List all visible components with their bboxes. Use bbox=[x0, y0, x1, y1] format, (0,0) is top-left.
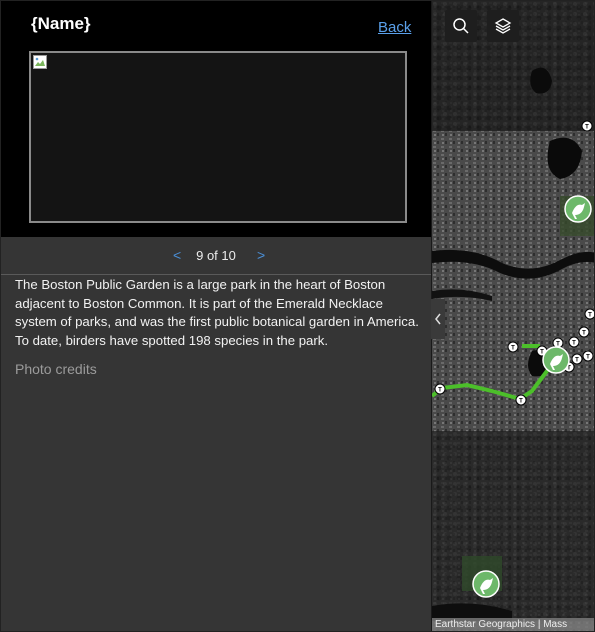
svg-text:T: T bbox=[586, 355, 590, 361]
park-photo bbox=[29, 51, 407, 223]
map-view[interactable]: T T T T T T T T T T T T Earthstar Geogra… bbox=[432, 1, 594, 631]
pager: 9 of 10 < > bbox=[1, 237, 431, 275]
search-icon bbox=[453, 18, 469, 34]
svg-text:T: T bbox=[585, 125, 589, 131]
next-button[interactable]: > bbox=[257, 247, 265, 263]
panel-header: {Name} Back bbox=[1, 1, 431, 237]
back-link[interactable]: Back bbox=[378, 19, 411, 36]
svg-text:T: T bbox=[575, 358, 579, 364]
search-button[interactable] bbox=[445, 10, 477, 42]
satellite-imagery: T T T T T T T T T T T T bbox=[432, 1, 594, 631]
svg-text:T: T bbox=[582, 331, 586, 337]
svg-text:T: T bbox=[511, 346, 515, 352]
svg-text:T: T bbox=[572, 341, 576, 347]
svg-text:T: T bbox=[519, 399, 523, 405]
page-title: {Name} bbox=[31, 14, 91, 33]
previous-button[interactable]: < bbox=[173, 247, 181, 263]
info-panel: {Name} Back 9 of 10 < > The Boston Publi… bbox=[1, 1, 431, 631]
photo-credits-link[interactable]: Photo credits bbox=[15, 361, 97, 377]
pager-count: 9 of 10 bbox=[196, 248, 236, 263]
description-text: The Boston Public Garden is a large park… bbox=[15, 277, 419, 348]
layers-button[interactable] bbox=[487, 10, 519, 42]
collapse-panel-button[interactable] bbox=[431, 299, 445, 339]
svg-text:T: T bbox=[588, 313, 592, 319]
chevron-left-icon bbox=[435, 313, 441, 325]
layers-icon bbox=[494, 18, 512, 34]
broken-image-icon bbox=[33, 55, 47, 69]
map-attribution: Earthstar Geographics | Mass bbox=[432, 618, 594, 631]
app-frame: {Name} Back 9 of 10 < > The Boston Publi… bbox=[0, 0, 595, 632]
svg-text:T: T bbox=[438, 388, 442, 394]
